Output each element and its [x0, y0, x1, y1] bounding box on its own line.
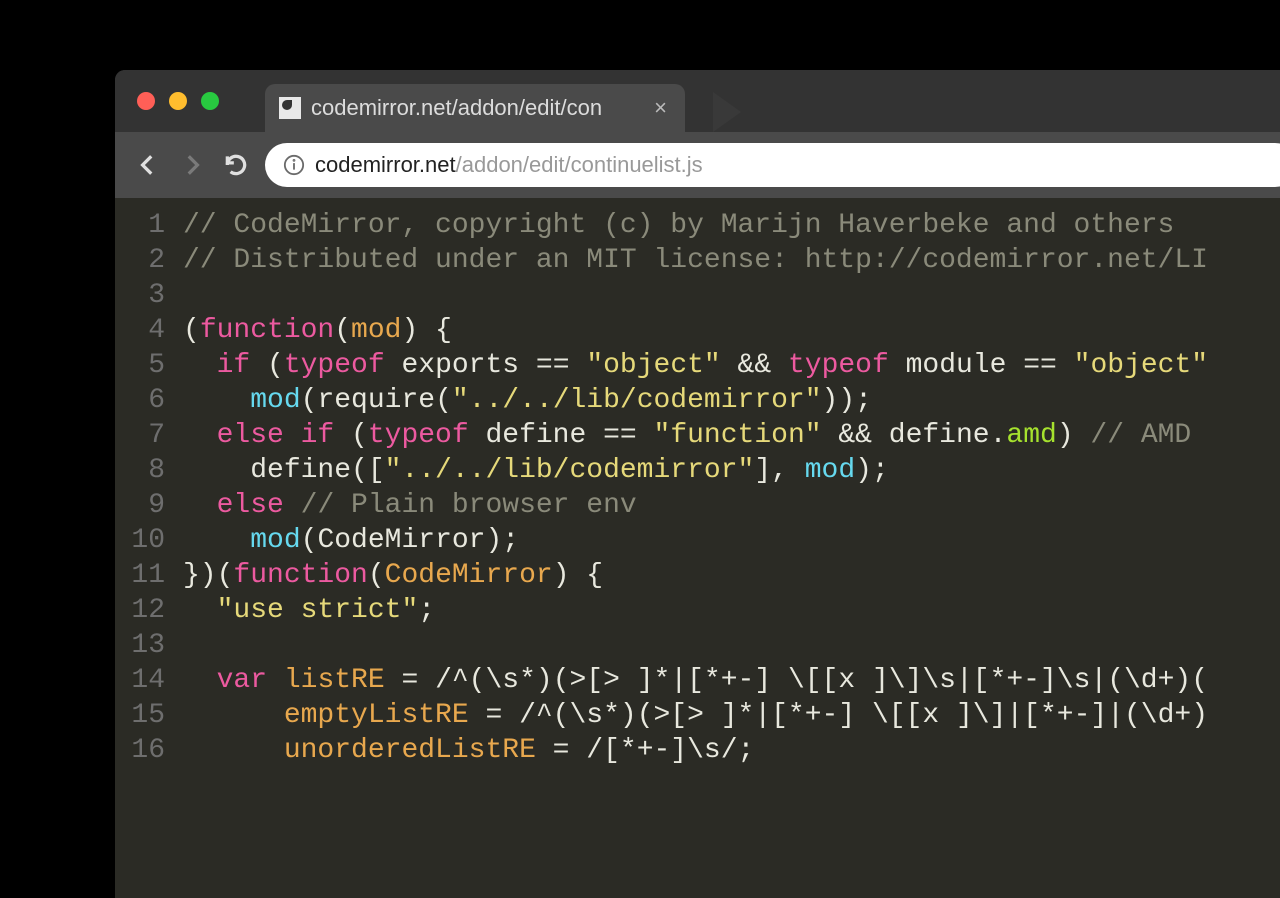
- code-line: else // Plain browser env: [183, 488, 1208, 523]
- line-number: 1: [115, 208, 165, 243]
- code-line: "use strict";: [183, 593, 1208, 628]
- code-line: })(function(CodeMirror) {: [183, 558, 1208, 593]
- tab-title: codemirror.net/addon/edit/con: [311, 95, 644, 121]
- line-number: 16: [115, 733, 165, 768]
- code-line: mod(CodeMirror);: [183, 523, 1208, 558]
- code-line: (function(mod) {: [183, 313, 1208, 348]
- code-line: else if (typeof define == "function" && …: [183, 418, 1208, 453]
- browser-toolbar: codemirror.net/addon/edit/continuelist.j…: [115, 132, 1280, 198]
- traffic-lights: [115, 92, 219, 110]
- close-window-button[interactable]: [137, 92, 155, 110]
- code-line: if (typeof exports == "object" && typeof…: [183, 348, 1208, 383]
- reload-button[interactable]: [221, 150, 251, 180]
- favicon-icon: [279, 97, 301, 119]
- code-line: // CodeMirror, copyright (c) by Marijn H…: [183, 208, 1208, 243]
- line-number: 14: [115, 663, 165, 698]
- line-number: 15: [115, 698, 165, 733]
- line-number: 6: [115, 383, 165, 418]
- line-number: 8: [115, 453, 165, 488]
- url-path: /addon/edit/continuelist.js: [456, 152, 703, 177]
- code-line: unorderedListRE = /[*+-]\s/;: [183, 733, 1208, 768]
- line-number: 12: [115, 593, 165, 628]
- tab-bar: codemirror.net/addon/edit/con ×: [115, 70, 1280, 132]
- code-line: mod(require("../../lib/codemirror"));: [183, 383, 1208, 418]
- url-host: codemirror.net: [315, 152, 456, 177]
- code-content[interactable]: // CodeMirror, copyright (c) by Marijn H…: [173, 198, 1208, 898]
- code-line: var listRE = /^(\s*)(>[> ]*|[*+-] \[[x ]…: [183, 663, 1208, 698]
- line-number: 9: [115, 488, 165, 523]
- url-text: codemirror.net/addon/edit/continuelist.j…: [315, 152, 703, 178]
- line-number: 5: [115, 348, 165, 383]
- line-number-gutter: 12345678910111213141516: [115, 198, 173, 898]
- line-number: 3: [115, 278, 165, 313]
- line-number: 4: [115, 313, 165, 348]
- line-number: 13: [115, 628, 165, 663]
- url-bar[interactable]: codemirror.net/addon/edit/continuelist.j…: [265, 143, 1280, 187]
- code-line: emptyListRE = /^(\s*)(>[> ]*|[*+-] \[[x …: [183, 698, 1208, 733]
- forward-button[interactable]: [177, 150, 207, 180]
- code-editor[interactable]: 12345678910111213141516 // CodeMirror, c…: [115, 198, 1280, 898]
- back-button[interactable]: [133, 150, 163, 180]
- code-line: [183, 278, 1208, 313]
- code-line: define(["../../lib/codemirror"], mod);: [183, 453, 1208, 488]
- maximize-window-button[interactable]: [201, 92, 219, 110]
- site-info-icon[interactable]: [283, 154, 305, 176]
- browser-window: codemirror.net/addon/edit/con × codemirr…: [115, 70, 1280, 898]
- code-line: // Distributed under an MIT license: htt…: [183, 243, 1208, 278]
- browser-tab[interactable]: codemirror.net/addon/edit/con ×: [265, 84, 685, 132]
- line-number: 2: [115, 243, 165, 278]
- minimize-window-button[interactable]: [169, 92, 187, 110]
- line-number: 11: [115, 558, 165, 593]
- line-number: 10: [115, 523, 165, 558]
- code-line: [183, 628, 1208, 663]
- line-number: 7: [115, 418, 165, 453]
- close-tab-button[interactable]: ×: [654, 95, 667, 121]
